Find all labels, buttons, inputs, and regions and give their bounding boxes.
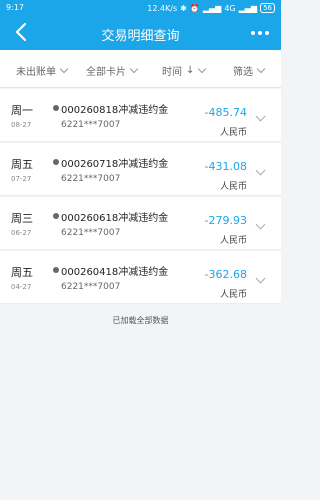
currency: 人民币	[219, 182, 247, 192]
weekday: 周一	[11, 104, 33, 117]
filter-billing[interactable]: 未出账单	[16, 62, 69, 78]
filter-cards-label: 全部卡片	[86, 66, 126, 78]
account-number: 6221***7007	[61, 174, 121, 184]
chevron-down-icon	[59, 64, 69, 73]
description: 000260818冲减违约金	[61, 105, 169, 116]
amount: -431.08	[204, 160, 247, 173]
bullet-icon	[53, 105, 59, 111]
more-button[interactable]	[247, 23, 273, 43]
currency: 人民币	[219, 128, 247, 138]
network-speed: 12.4K/s	[147, 3, 178, 13]
chevron-down-icon[interactable]	[255, 165, 266, 176]
weekday: 周五	[11, 266, 33, 279]
signal-icon: ▂▄▆	[202, 3, 222, 13]
date: 04-27	[11, 283, 32, 291]
weekday: 周五	[11, 158, 33, 171]
chevron-down-icon	[198, 64, 207, 73]
filter-cards[interactable]: 全部卡片	[86, 62, 139, 78]
status-bar: 9:17 12.4K/s ✱ ⏰ ▂▄▆ 4G ▂▄▆ 56	[0, 0, 281, 16]
filter-screen-label: 筛选	[233, 66, 253, 78]
chevron-down-icon	[129, 64, 139, 73]
page-title: 交易明细查询	[101, 29, 180, 44]
nav-bar: 交易明细查询	[0, 16, 281, 50]
loaded-all-text: 已加载全部数据	[112, 316, 169, 325]
amount: -279.93	[204, 214, 247, 227]
account-number: 6221***7007	[61, 120, 121, 130]
transaction-row[interactable]: 周一 08-27 000260818冲减违约金 6221***7007 -485…	[0, 89, 281, 142]
battery-icon: 56	[260, 3, 275, 13]
account-number: 6221***7007	[61, 282, 121, 292]
description: 000260418冲减违约金	[61, 267, 169, 278]
amount: -362.68	[204, 268, 247, 281]
description: 000260718冲减违约金	[61, 159, 169, 170]
transaction-row[interactable]: 周五 07-27 000260718冲减违约金 6221***7007 -431…	[0, 143, 281, 196]
chevron-down-icon	[256, 64, 266, 73]
description: 000260618冲减违约金	[61, 213, 169, 224]
date: 08-27	[11, 121, 32, 129]
alarm-icon: ⏰	[189, 3, 200, 13]
bullet-icon	[53, 267, 59, 273]
transaction-row[interactable]: 周五 04-27 000260418冲减违约金 6221***7007 -362…	[0, 251, 281, 304]
bullet-icon	[53, 213, 59, 219]
filter-screen[interactable]: 筛选	[233, 62, 266, 78]
chevron-down-icon[interactable]	[255, 273, 266, 284]
signal-icon-2: ▂▄▆	[238, 3, 258, 13]
bullet-icon	[53, 159, 59, 165]
sort-down-icon: ↓	[186, 64, 195, 76]
date: 07-27	[11, 175, 32, 183]
transaction-row[interactable]: 周三 06-27 000260618冲减违约金 6221***7007 -279…	[0, 197, 281, 250]
weekday: 周三	[11, 212, 33, 225]
chevron-down-icon[interactable]	[255, 111, 266, 122]
more-icon	[251, 31, 269, 35]
filter-bar: 未出账单 全部卡片 时间 ↓ 筛选	[0, 50, 281, 88]
filter-time[interactable]: 时间 ↓	[162, 62, 207, 78]
status-indicators: 12.4K/s ✱ ⏰ ▂▄▆ 4G ▂▄▆ 56	[147, 3, 275, 13]
currency: 人民币	[219, 290, 247, 300]
bluetooth-icon: ✱	[180, 3, 187, 13]
network-type: 4G	[224, 3, 236, 13]
date: 06-27	[11, 229, 32, 237]
currency: 人民币	[219, 236, 247, 246]
account-number: 6221***7007	[61, 228, 121, 238]
status-time: 9:17	[6, 3, 24, 12]
filter-billing-label: 未出账单	[16, 66, 56, 78]
app-header: 9:17 12.4K/s ✱ ⏰ ▂▄▆ 4G ▂▄▆ 56 交易明细查询	[0, 0, 281, 50]
filter-time-label: 时间	[162, 66, 182, 78]
chevron-down-icon[interactable]	[255, 219, 266, 230]
amount: -485.74	[204, 106, 247, 119]
